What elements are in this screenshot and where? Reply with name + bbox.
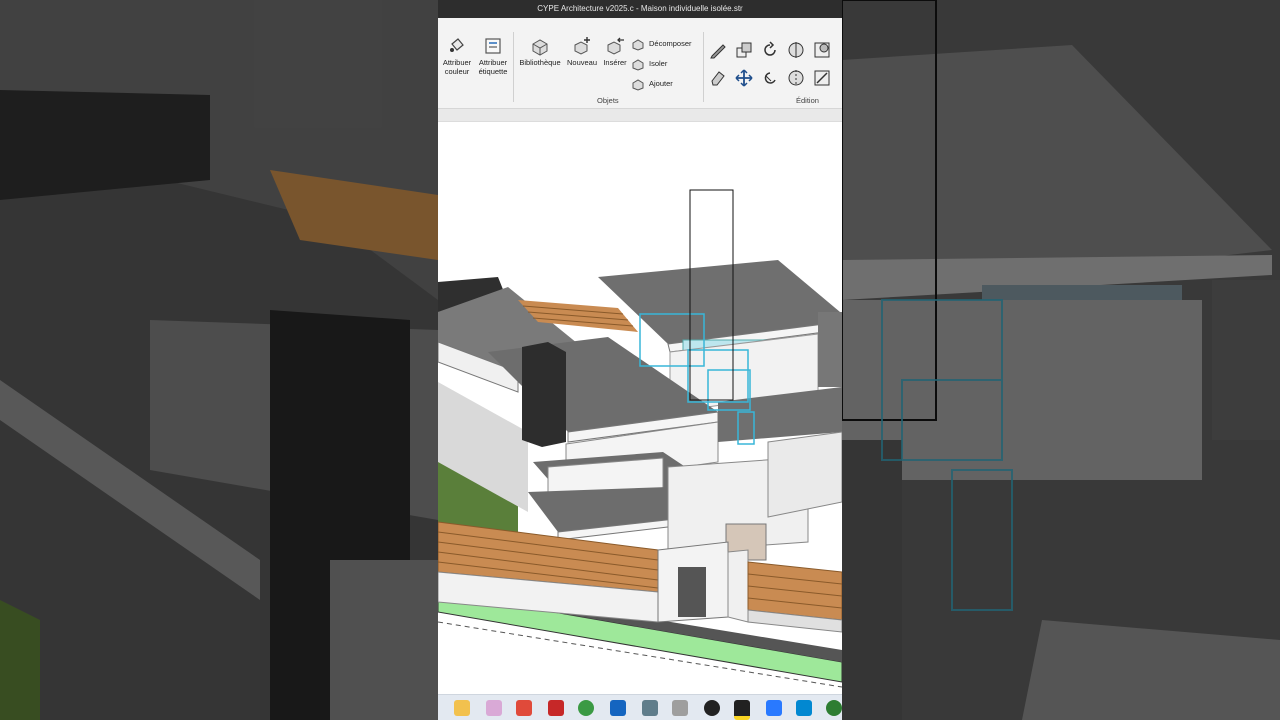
move-icon[interactable]: [734, 68, 754, 88]
scale-icon[interactable]: [812, 40, 832, 60]
paint-bucket-icon: [450, 38, 464, 52]
rotate-copy-icon[interactable]: [760, 68, 780, 88]
ribbon-separator: [703, 32, 704, 102]
nouveau-button[interactable]: Nouveau: [565, 36, 599, 67]
secondary-toolbar: [438, 109, 842, 122]
label-tag-icon: [485, 38, 501, 54]
attribuer-couleur-label-1: Attribuer: [442, 58, 472, 67]
inserer-label: Insérer: [603, 58, 627, 67]
chrome-icon[interactable]: [578, 700, 594, 716]
house-3d-model[interactable]: [438, 122, 842, 694]
ribbon-separator: [513, 32, 514, 102]
remote-desktop-icon[interactable]: [796, 700, 812, 716]
portal-pillar: [727, 549, 749, 623]
left-backdrop: [0, 0, 438, 720]
3d-viewport[interactable]: [438, 122, 842, 694]
library-cubes-icon: [532, 39, 548, 56]
pdf-icon[interactable]: [548, 700, 564, 716]
window-title: CYPE Architecture v2025.c - Maison indiv…: [438, 0, 842, 18]
add-object-icon: [632, 79, 644, 91]
nouveau-label: Nouveau: [566, 58, 598, 67]
new-object-icon: [574, 37, 590, 55]
file-explorer-icon[interactable]: [454, 700, 470, 716]
record-icon[interactable]: [704, 700, 720, 716]
cype-app-window: CYPE Architecture v2025.c - Maison indiv…: [438, 0, 842, 720]
mirror-icon[interactable]: [786, 40, 806, 60]
bibliotheque-button[interactable]: Bibliothèque: [516, 36, 564, 67]
edition-group-caption: Édition: [796, 96, 819, 105]
isolate-icon: [632, 59, 644, 71]
isoler-label: Isoler: [649, 59, 668, 68]
snipping-icon[interactable]: [486, 700, 502, 716]
symmetry-icon[interactable]: [786, 68, 806, 88]
eraser-icon[interactable]: [708, 68, 728, 88]
entrance-door: [678, 567, 706, 617]
camera-icon[interactable]: [642, 700, 658, 716]
upper-side-wall: [818, 312, 842, 387]
isoler-button[interactable]: Isoler: [632, 56, 667, 72]
right-wing-wall: [767, 431, 842, 518]
attribuer-etiquette-label-2: étiquette: [478, 67, 508, 76]
inserer-button[interactable]: Insérer: [598, 36, 632, 67]
rotate-icon[interactable]: [760, 40, 780, 60]
windows-taskbar: [438, 694, 842, 720]
usb-icon[interactable]: [672, 700, 688, 716]
calendar-icon[interactable]: [766, 700, 782, 716]
ribbon: Attribuer couleur Attribuer étiquette Bi…: [438, 18, 842, 109]
sticky-notes-icon[interactable]: [734, 700, 750, 720]
right-backdrop: [842, 0, 1280, 720]
stretch-icon[interactable]: [812, 68, 832, 88]
pencil-icon[interactable]: [708, 40, 728, 60]
ajouter-label: Ajouter: [649, 79, 673, 88]
attribuer-etiquette-label-1: Attribuer: [478, 58, 508, 67]
bibliotheque-label: Bibliothèque: [519, 58, 561, 67]
outlook-icon[interactable]: [610, 700, 626, 716]
objets-group-caption: Objets: [597, 96, 619, 105]
whatsapp-icon[interactable]: [826, 700, 842, 716]
copy-icon[interactable]: [734, 40, 754, 60]
insert-object-icon: [607, 37, 624, 55]
attribuer-couleur-button[interactable]: Attribuer couleur: [440, 36, 474, 76]
decomposer-button[interactable]: Décomposer: [632, 36, 692, 52]
ajouter-button[interactable]: Ajouter: [632, 76, 673, 92]
attribuer-couleur-label-2: couleur: [444, 67, 470, 76]
decomposer-label: Décomposer: [649, 39, 692, 48]
stone-chimney: [522, 342, 566, 447]
attribuer-etiquette-button[interactable]: Attribuer étiquette: [476, 36, 510, 76]
paint-icon[interactable]: [516, 700, 532, 716]
decompose-icon: [632, 39, 644, 51]
